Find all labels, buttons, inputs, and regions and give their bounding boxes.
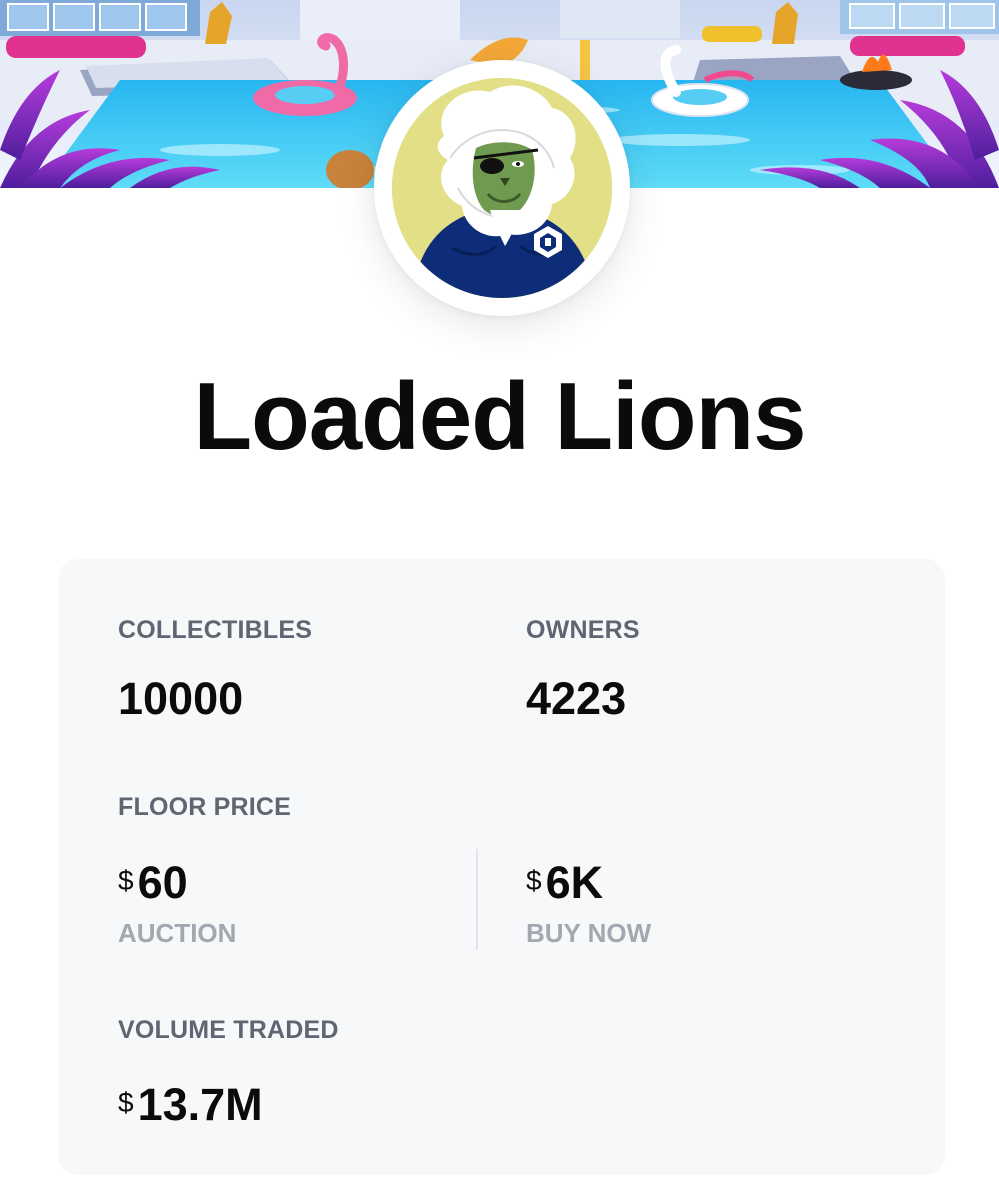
collectibles-value: 10000 [118,673,244,724]
collection-avatar [374,60,630,316]
auction-price-value: 60 [137,857,188,908]
stats-card: COLLECTIBLES 10000 OWNERS 4223 FLOOR PRI… [58,559,945,1175]
volume-traded-label: VOLUME TRADED [118,1016,339,1044]
owners-value: 4223 [526,673,627,724]
collection-page: Loaded Lions COLLECTIBLES 10000 OWNERS 4… [0,0,999,1200]
owners-label: OWNERS [526,616,640,644]
auction-label: AUCTION [118,918,237,948]
buy-now-price: $6K [526,855,603,909]
avatar-frame [392,78,612,298]
floor-price-label: FLOOR PRICE [118,793,292,821]
floor-price-divider [476,849,478,950]
volume-traded: $13.7M [118,1077,263,1131]
lion-avatar-image [392,78,612,298]
buy-now-price-value: 6K [545,857,604,908]
collection-title: Loaded Lions [193,363,807,470]
currency-symbol: $ [526,865,542,896]
currency-symbol: $ [118,1087,134,1118]
collectibles-label: COLLECTIBLES [118,616,313,644]
currency-symbol: $ [118,865,134,896]
auction-price: $60 [118,855,188,909]
volume-traded-value: 13.7M [137,1079,263,1130]
buy-now-label: BUY NOW [526,918,652,948]
